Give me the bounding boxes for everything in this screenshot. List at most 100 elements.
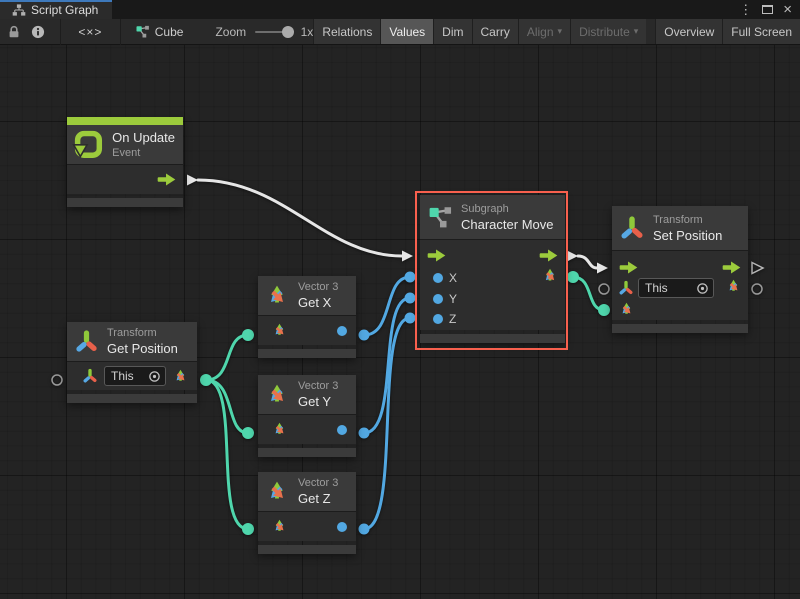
float-output-icon[interactable]	[337, 425, 347, 435]
target-field[interactable]: This	[638, 278, 714, 298]
float-output-icon[interactable]	[337, 522, 347, 532]
x-port-icon[interactable]	[433, 273, 443, 283]
port-flow-out-onupdate	[187, 175, 198, 186]
object-picker-icon[interactable]	[696, 282, 709, 295]
port-row-y[interactable]: Y	[425, 292, 465, 306]
toolbar-button-carry[interactable]: Carry	[472, 19, 518, 44]
node-header[interactable]: Transform Get Position	[67, 322, 197, 361]
port-flow-out-setposition-unconnected	[752, 263, 763, 274]
node-header[interactable]: Vector 3 Get X	[258, 276, 356, 315]
zoom-label: Zoom	[215, 25, 246, 39]
node-category: Transform	[653, 213, 722, 227]
toolbar-button-align: Align▾	[518, 19, 570, 44]
node-get-y[interactable]: Vector 3 Get Y	[258, 375, 356, 457]
toolbar-button-overview[interactable]: Overview	[655, 19, 722, 44]
transform-port-icon[interactable]	[82, 368, 98, 384]
flow-output-icon[interactable]	[722, 261, 741, 274]
wire-charactermove-to-setposition	[578, 256, 597, 268]
vector3-output-icon[interactable]	[541, 267, 559, 285]
node-header[interactable]: Subgraph Character Move	[420, 195, 565, 239]
zoom-slider[interactable]	[255, 31, 292, 33]
code-view-toggle[interactable]: <×>	[78, 25, 102, 39]
vector3-input-icon[interactable]	[618, 301, 635, 318]
flow-input-icon[interactable]	[427, 249, 446, 262]
node-title: Get Y	[298, 393, 338, 410]
tab-script-graph[interactable]: Script Graph	[0, 0, 112, 19]
toolbar-button-relations[interactable]: Relations	[313, 19, 380, 44]
vector3-output-icon[interactable]	[725, 278, 742, 295]
node-body	[258, 511, 356, 541]
flow-input-icon[interactable]	[619, 261, 638, 274]
wire-getz-to-z	[364, 318, 410, 529]
vector3-input-icon[interactable]	[271, 421, 288, 438]
node-footer	[67, 198, 183, 207]
vector3-icon	[264, 479, 290, 505]
node-footer	[258, 349, 356, 358]
node-footer	[420, 334, 565, 343]
vector3-icon	[264, 382, 290, 408]
toolbar-button-values[interactable]: Values	[380, 19, 433, 44]
lock-icon[interactable]	[6, 24, 22, 40]
subgraph-icon	[427, 204, 453, 230]
port-row-z[interactable]: Z	[425, 312, 464, 326]
node-title: Get X	[298, 294, 338, 311]
close-icon[interactable]: ×	[783, 3, 792, 16]
vector3-input-icon[interactable]	[271, 518, 288, 535]
node-header[interactable]: On Update Event	[67, 125, 183, 164]
node-category: Event	[112, 146, 175, 160]
graph-target-icon	[135, 24, 150, 39]
node-header[interactable]: Vector 3 Get Y	[258, 375, 356, 414]
zoom-slider-knob[interactable]	[282, 26, 294, 38]
tab-bar: Script Graph ⋮ ×	[0, 0, 800, 19]
graph-canvas[interactable]: On Update Event Subgraph Character Move	[0, 45, 800, 599]
node-footer	[612, 324, 748, 333]
info-icon[interactable]	[30, 24, 46, 40]
node-title: Get Position	[107, 340, 178, 357]
node-body: This	[612, 250, 748, 320]
node-category: Vector 3	[298, 280, 338, 294]
node-on-update[interactable]: On Update Event	[67, 117, 183, 207]
flow-output-icon[interactable]	[539, 249, 558, 262]
toolbar-button-dim[interactable]: Dim	[433, 19, 471, 44]
wire-onupdate-to-charactermove	[198, 180, 402, 256]
graph-target-label[interactable]: Cube	[155, 25, 184, 39]
chevron-down-icon: ▾	[634, 26, 639, 37]
transform-port-icon[interactable]	[618, 280, 634, 296]
node-footer	[67, 394, 197, 403]
y-port-icon[interactable]	[433, 294, 443, 304]
maximize-icon[interactable]	[762, 5, 773, 14]
node-category: Subgraph	[461, 202, 553, 216]
flow-output-icon[interactable]	[157, 173, 176, 186]
node-title: Get Z	[298, 490, 338, 507]
node-footer	[258, 545, 356, 554]
node-header[interactable]: Transform Set Position	[612, 206, 748, 250]
object-picker-icon[interactable]	[148, 370, 161, 383]
port-target-in-getposition-unconnected	[52, 375, 62, 385]
node-header[interactable]: Vector 3 Get Z	[258, 472, 356, 511]
wire-getposition-to-getx	[206, 335, 248, 380]
port-flow-in-setposition	[597, 263, 608, 274]
port-value-out-setposition-unconnected	[752, 284, 762, 294]
node-body	[258, 414, 356, 444]
z-port-icon[interactable]	[433, 314, 443, 324]
vector3-input-icon[interactable]	[271, 322, 288, 339]
node-category: Vector 3	[298, 379, 338, 393]
port-row-x[interactable]: X	[425, 271, 465, 285]
float-output-icon[interactable]	[337, 326, 347, 336]
node-get-x[interactable]: Vector 3 Get X	[258, 276, 356, 358]
node-title: Set Position	[653, 227, 722, 244]
target-field[interactable]: This	[104, 366, 166, 386]
node-body	[258, 315, 356, 345]
graph-toolbar: <×> Cube Zoom 1x Relations Values Dim Ca…	[0, 19, 800, 45]
toolbar-button-fullscreen[interactable]: Full Screen	[722, 19, 800, 44]
node-get-z[interactable]: Vector 3 Get Z	[258, 472, 356, 554]
node-body: X Y Z	[420, 239, 565, 330]
node-set-position[interactable]: Transform Set Position This	[612, 206, 748, 333]
window-menu-icon[interactable]: ⋮	[739, 3, 752, 16]
node-character-move[interactable]: Subgraph Character Move X Y Z	[420, 195, 565, 343]
tab-title: Script Graph	[31, 3, 98, 17]
node-get-position[interactable]: Transform Get Position This	[67, 322, 197, 403]
vector3-output-icon[interactable]	[172, 368, 189, 385]
transform-icon	[619, 215, 645, 241]
chevron-down-icon: ▾	[558, 26, 563, 37]
